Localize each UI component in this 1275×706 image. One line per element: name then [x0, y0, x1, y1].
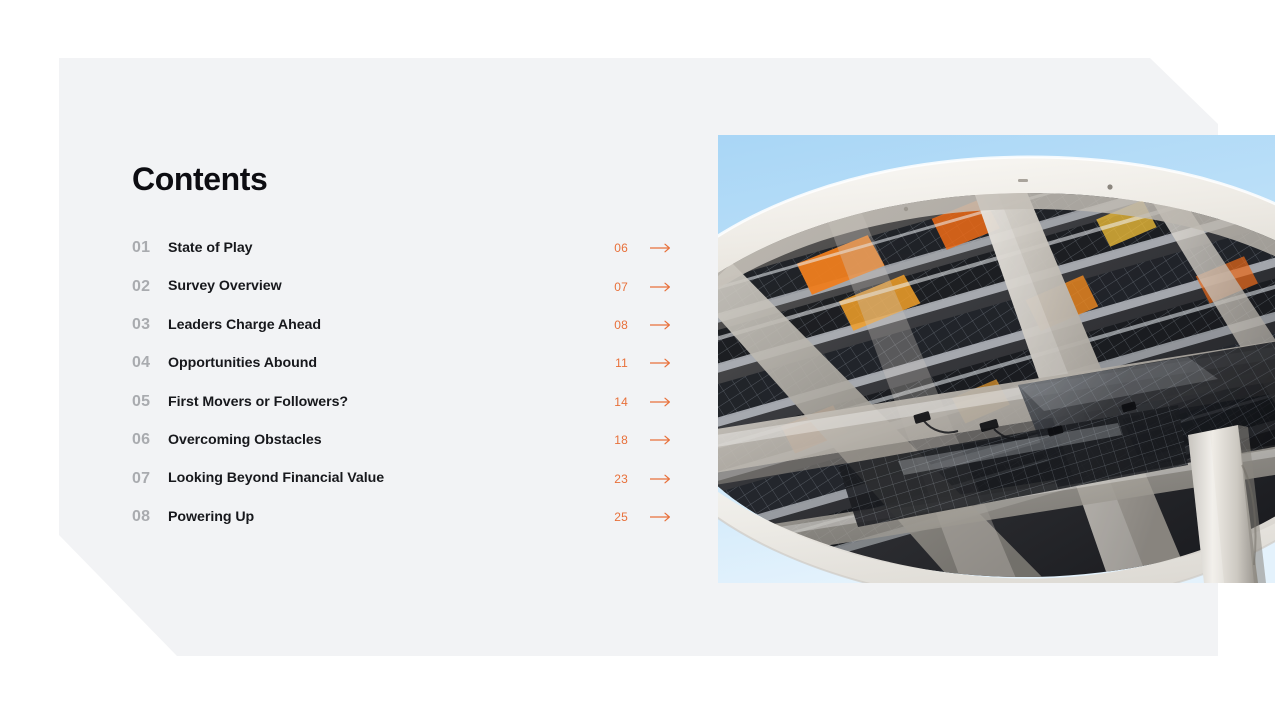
arrow-right-icon[interactable] — [628, 474, 672, 484]
toc-index: 07 — [132, 469, 151, 487]
toc-row[interactable]: 06 Overcoming Obstacles 18 — [132, 421, 672, 459]
toc-page-number: 25 — [614, 509, 628, 524]
toc-label: Survey Overview — [168, 278, 282, 295]
toc-index: 02 — [132, 277, 151, 295]
toc-page-number: 14 — [614, 394, 628, 409]
toc-label: First Movers or Followers? — [168, 393, 349, 410]
toc-row[interactable]: 08 Powering Up 25 — [132, 498, 672, 536]
toc-page-number: 06 — [614, 241, 628, 256]
toc-row[interactable]: 05 First Movers or Followers? 14 — [132, 383, 672, 421]
toc-page-number: 18 — [614, 433, 628, 448]
arrow-right-icon[interactable] — [628, 358, 672, 368]
toc-index: 03 — [132, 315, 151, 333]
arrow-right-icon[interactable] — [628, 397, 672, 407]
toc-page-number: 23 — [614, 471, 628, 486]
contents-column: Contents 01 State of Play 06 02 Survey O… — [132, 163, 672, 536]
toc-index: 06 — [132, 431, 151, 449]
arrow-right-icon[interactable] — [628, 512, 672, 522]
solar-canopy-underside-photo — [718, 135, 1275, 583]
toc-row[interactable]: 07 Looking Beyond Financial Value 23 — [132, 459, 672, 497]
toc-page-number: 07 — [614, 279, 628, 294]
page-title: Contents — [132, 161, 268, 197]
arrow-right-icon[interactable] — [628, 435, 672, 445]
toc-page-number: 08 — [614, 317, 628, 332]
toc-label: Looking Beyond Financial Value — [168, 470, 385, 487]
toc-index: 08 — [132, 507, 151, 525]
toc-index: 05 — [132, 392, 151, 410]
toc-label: Opportunities Abound — [168, 355, 317, 372]
toc-row[interactable]: 02 Survey Overview 07 — [132, 267, 672, 305]
toc-row[interactable]: 03 Leaders Charge Ahead 08 — [132, 306, 672, 344]
toc-row[interactable]: 04 Opportunities Abound 11 — [132, 344, 672, 382]
table-of-contents-list: 01 State of Play 06 02 Survey Overview 0… — [132, 229, 672, 536]
arrow-right-icon[interactable] — [628, 320, 672, 330]
arrow-right-icon[interactable] — [628, 243, 672, 253]
toc-page-number: 11 — [615, 356, 628, 371]
toc-index: 04 — [132, 354, 151, 372]
arrow-right-icon[interactable] — [628, 282, 672, 292]
slide-canvas: Contents 01 State of Play 06 02 Survey O… — [0, 0, 1275, 706]
toc-row[interactable]: 01 State of Play 06 — [132, 229, 672, 267]
toc-label: State of Play — [168, 240, 253, 257]
toc-label: Powering Up — [168, 508, 255, 525]
toc-index: 01 — [132, 239, 151, 257]
toc-label: Overcoming Obstacles — [168, 432, 322, 449]
toc-label: Leaders Charge Ahead — [168, 316, 322, 333]
